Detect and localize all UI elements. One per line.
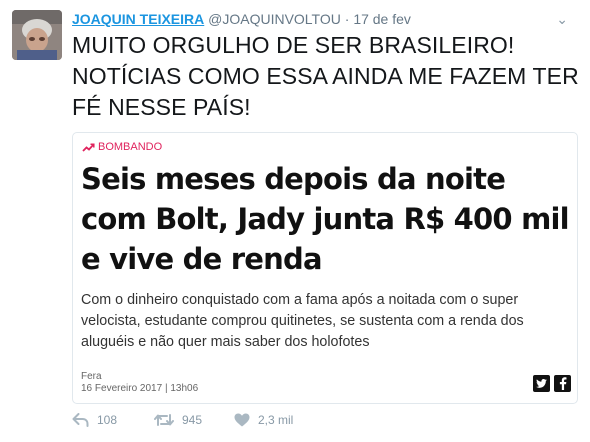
card-summary: Com o dinheiro conquistado com a fama ap…: [81, 292, 524, 350]
avatar[interactable]: [12, 10, 62, 60]
card-tag: BOMBANDO: [82, 139, 162, 155]
retweet-count: 945: [182, 413, 203, 427]
trending-up-icon: [82, 142, 95, 152]
like-count: 2,3 mil: [258, 413, 294, 427]
more-options-icon[interactable]: ⌄: [556, 9, 568, 29]
heart-icon: [234, 413, 250, 427]
tweet-actions: 108 945 2,3 mil: [72, 410, 314, 430]
retweet-icon: [154, 414, 174, 426]
author-handle[interactable]: @JOAQUINVOLTOU: [208, 11, 341, 27]
avatar-image: [12, 10, 62, 60]
separator-dot: ·: [344, 11, 350, 27]
card-tag-label: BOMBANDO: [98, 141, 163, 153]
reply-icon: [72, 413, 89, 427]
card-source: Fera: [81, 371, 102, 382]
retweet-button[interactable]: 945: [154, 413, 234, 427]
reply-count: 108: [97, 413, 118, 427]
card-share-buttons: [533, 375, 571, 392]
link-card[interactable]: BOMBANDO Seis meses depois da noite com …: [72, 132, 578, 404]
tweet: JOAQUIN TEIXEIRA @JOAQUINVOLTOU · 17 de …: [0, 0, 590, 442]
tweet-header: JOAQUIN TEIXEIRA @JOAQUINVOLTOU · 17 de …: [72, 9, 582, 29]
facebook-icon[interactable]: [554, 375, 571, 392]
tweet-text: MUITO ORGULHO DE SER BRASILEIRO! NOTÍCIA…: [72, 32, 579, 120]
card-headline[interactable]: Seis meses depois da noite com Bolt, Jad…: [81, 159, 571, 279]
tweet-date[interactable]: 17 de fev: [353, 11, 411, 27]
card-timestamp: 16 Fevereiro 2017 | 13h06: [81, 383, 199, 394]
twitter-icon[interactable]: [533, 375, 550, 392]
like-button[interactable]: 2,3 mil: [234, 413, 314, 427]
author-name[interactable]: JOAQUIN TEIXEIRA: [72, 11, 204, 27]
reply-button[interactable]: 108: [72, 413, 154, 427]
